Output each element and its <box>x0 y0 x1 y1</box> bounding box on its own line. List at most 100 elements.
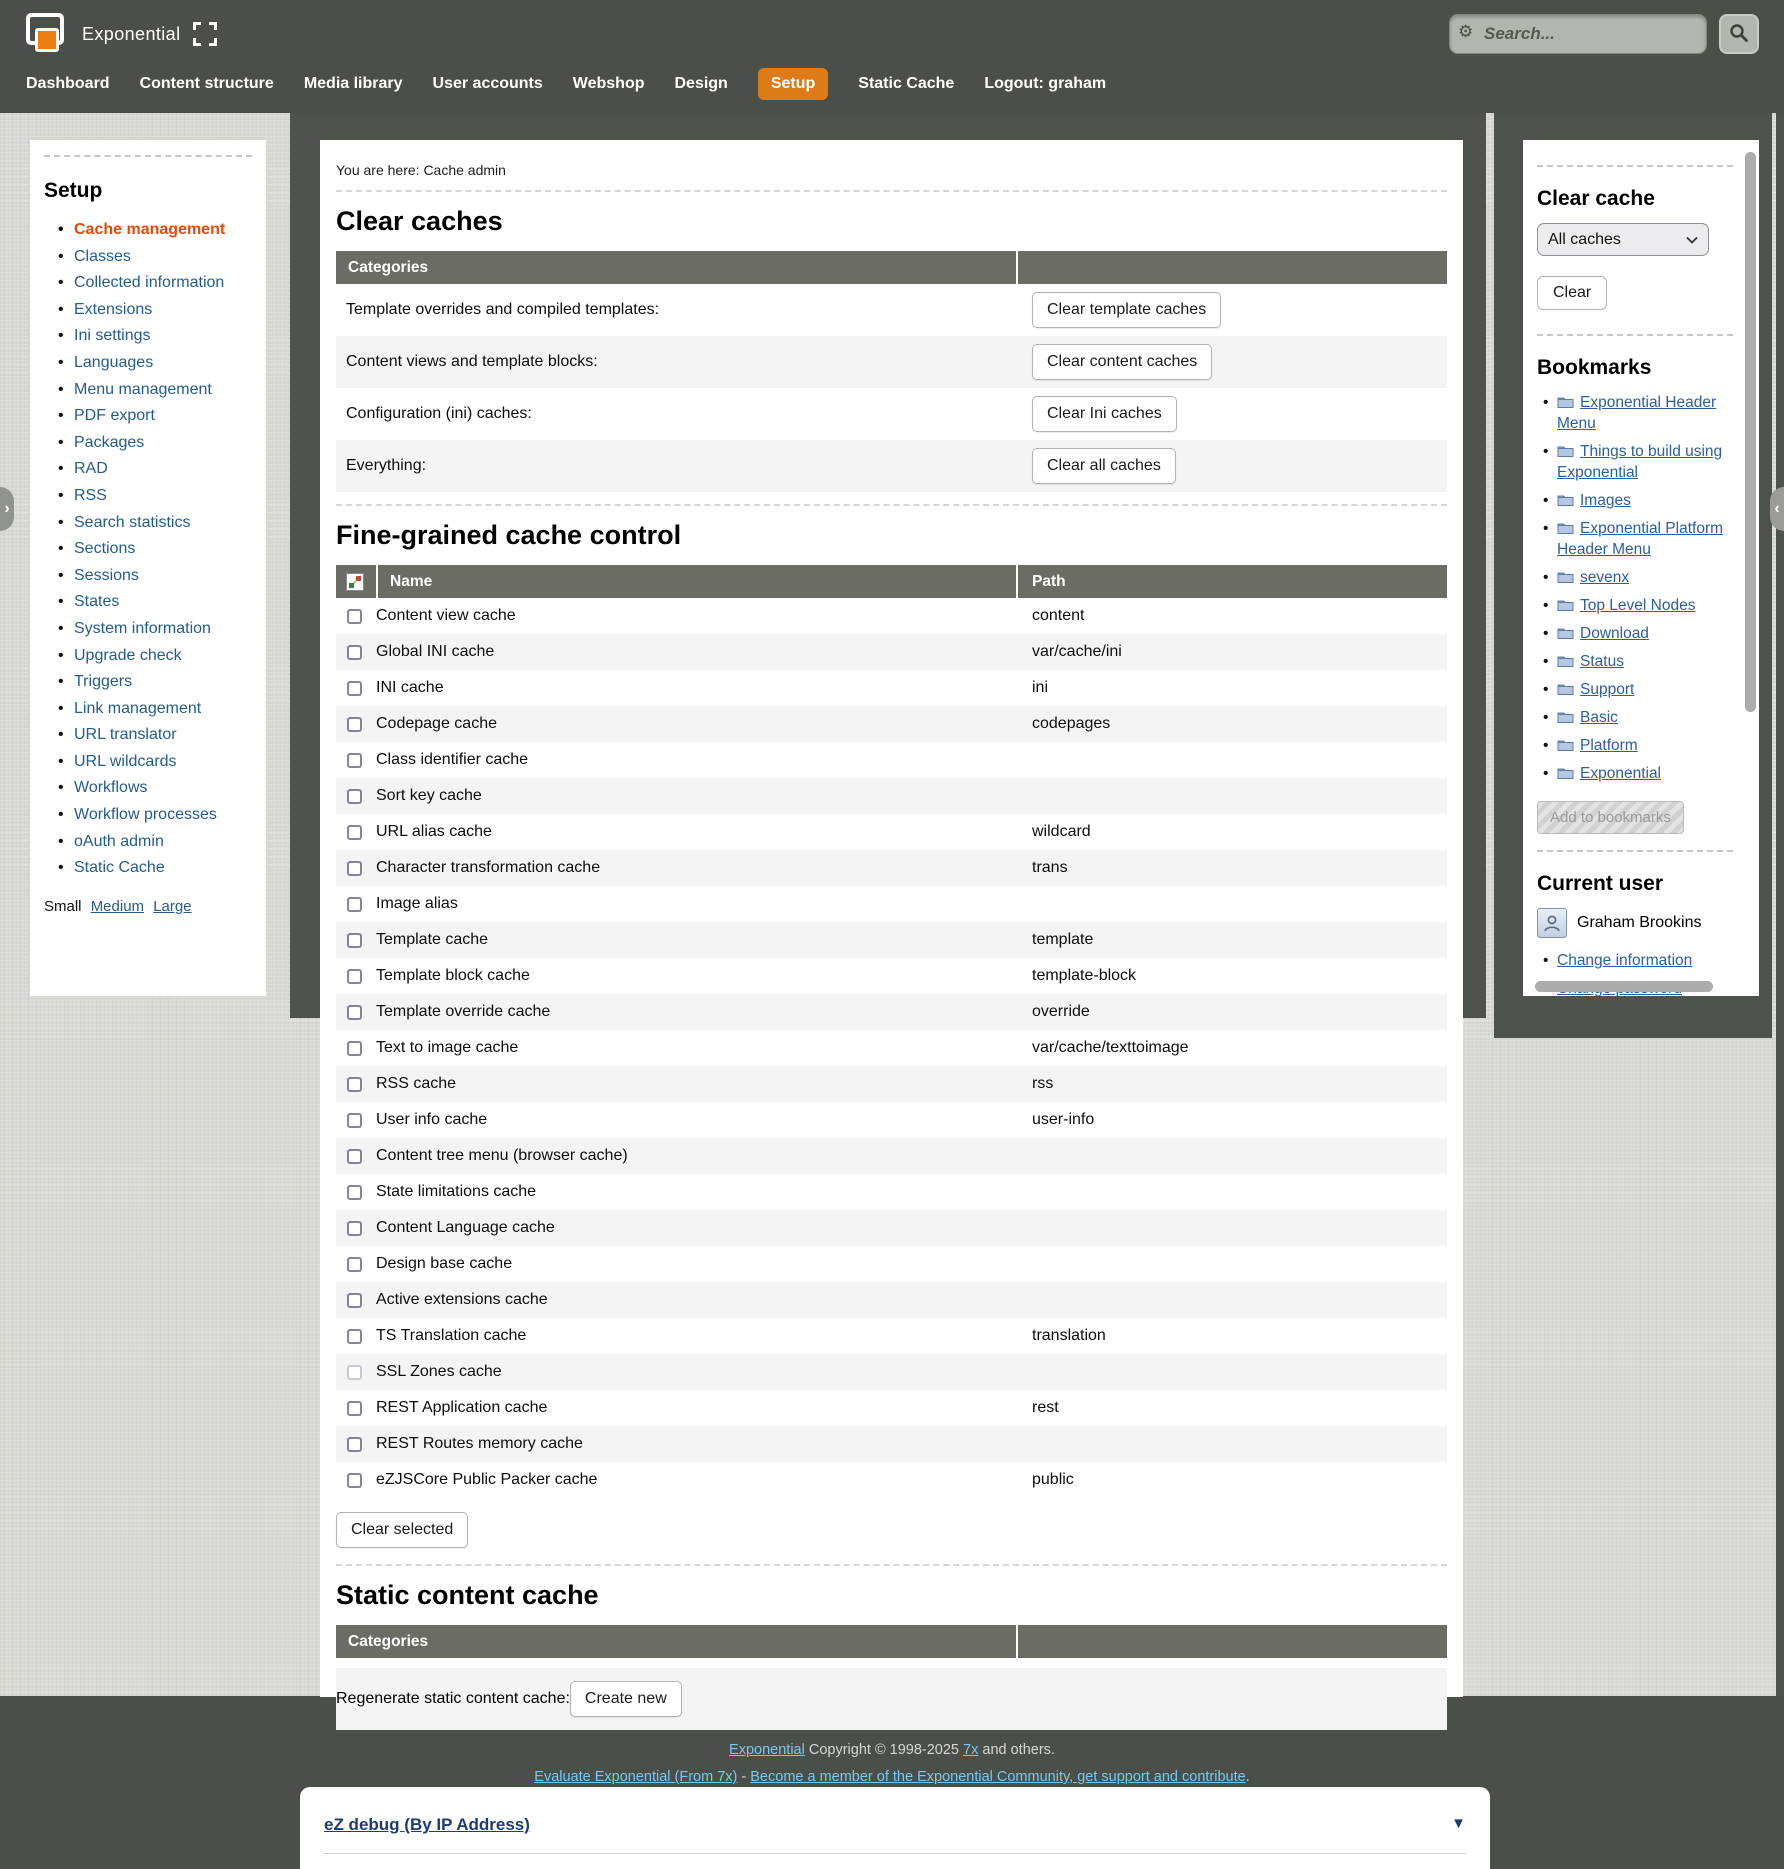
bookmark-link-exponential-header-menu[interactable]: Exponential Header Menu <box>1557 394 1716 432</box>
bookmark-link-status[interactable]: Status <box>1580 653 1624 670</box>
row-checkbox[interactable] <box>347 897 362 912</box>
collapse-right-handle[interactable]: ‹ <box>1770 487 1784 531</box>
row-checkbox[interactable] <box>347 1185 362 1200</box>
nav-item-webshop[interactable]: Webshop <box>573 68 645 100</box>
vertical-scrollbar-thumb[interactable] <box>1745 152 1756 712</box>
size-link-medium[interactable]: Medium <box>91 898 144 915</box>
sidebar-item-workflows[interactable]: Workflows <box>74 775 252 802</box>
sidebar-item-system-information[interactable]: System information <box>74 616 252 643</box>
toggle-selection-icon[interactable] <box>336 565 376 598</box>
sidebar-item-url-translator[interactable]: URL translator <box>74 722 252 749</box>
sidebar-item-rss[interactable]: RSS <box>74 483 252 510</box>
footer-link[interactable]: Become a member of the Exponential Commu… <box>750 1769 1245 1785</box>
row-checkbox[interactable] <box>347 1149 362 1164</box>
row-checkbox[interactable] <box>347 717 362 732</box>
divider <box>44 155 252 157</box>
sidebar-item-classes[interactable]: Classes <box>74 244 252 271</box>
row-checkbox[interactable] <box>347 1473 362 1488</box>
sidebar-item-cache-management[interactable]: Cache management <box>74 217 252 244</box>
sidebar-item-sections[interactable]: Sections <box>74 536 252 563</box>
row-checkbox[interactable] <box>347 1329 362 1344</box>
sidebar-item-states[interactable]: States <box>74 589 252 616</box>
row-checkbox[interactable] <box>347 969 362 984</box>
sidebar-item-pdf-export[interactable]: PDF export <box>74 403 252 430</box>
row-checkbox[interactable] <box>347 1113 362 1128</box>
footer-link[interactable]: 7x <box>963 1742 978 1758</box>
horizontal-scrollbar-thumb[interactable] <box>1535 981 1713 992</box>
row-checkbox[interactable] <box>347 1257 362 1272</box>
row-checkbox[interactable] <box>347 789 362 804</box>
row-checkbox[interactable] <box>347 609 362 624</box>
sidebar-item-languages[interactable]: Languages <box>74 350 252 377</box>
row-checkbox[interactable] <box>347 645 362 660</box>
row-checkbox[interactable] <box>347 1221 362 1236</box>
nav-item-logout-graham[interactable]: Logout: graham <box>984 68 1106 100</box>
sidebar-item-extensions[interactable]: Extensions <box>74 297 252 324</box>
footer-link[interactable]: Exponential <box>729 1742 805 1758</box>
row-checkbox[interactable] <box>347 933 362 948</box>
bookmark-link-things-to-build-using-exponential[interactable]: Things to build using Exponential <box>1557 443 1722 481</box>
search-button[interactable] <box>1719 14 1759 54</box>
nav-item-setup[interactable]: Setup <box>758 68 828 100</box>
bookmark-link-basic[interactable]: Basic <box>1580 709 1618 726</box>
row-checkbox[interactable] <box>347 1437 362 1452</box>
bookmark-link-support[interactable]: Support <box>1580 681 1634 698</box>
sidebar-item-triggers[interactable]: Triggers <box>74 669 252 696</box>
nav-item-dashboard[interactable]: Dashboard <box>26 68 110 100</box>
sidebar-item-static-cache[interactable]: Static Cache <box>74 855 252 882</box>
row-checkbox[interactable] <box>347 753 362 768</box>
row-checkbox[interactable] <box>347 1077 362 1092</box>
row-checkbox[interactable] <box>347 1005 362 1020</box>
bookmark-link-sevenx[interactable]: sevenx <box>1580 569 1629 586</box>
sidebar-item-menu-management[interactable]: Menu management <box>74 377 252 404</box>
row-checkbox[interactable] <box>347 825 362 840</box>
row-checkbox[interactable] <box>347 681 362 696</box>
brand-logo[interactable] <box>26 13 72 55</box>
nav-item-content-structure[interactable]: Content structure <box>140 68 274 100</box>
debug-title-link[interactable]: eZ debug (By IP Address) <box>324 1815 530 1834</box>
cache-type-select[interactable]: All caches <box>1537 223 1709 256</box>
sidebar-item-workflow-processes[interactable]: Workflow processes <box>74 802 252 829</box>
search-input[interactable] <box>1449 14 1707 54</box>
table-row: Image alias <box>336 886 1447 922</box>
sidebar-item-packages[interactable]: Packages <box>74 430 252 457</box>
bookmark-link-exponential[interactable]: Exponential <box>1580 765 1661 782</box>
nav-item-static-cache[interactable]: Static Cache <box>858 68 954 100</box>
footer-link[interactable]: Evaluate Exponential (From 7x) <box>534 1769 737 1785</box>
clear-ini-caches-button[interactable]: Clear Ini caches <box>1032 396 1177 432</box>
bookmark-link-platform[interactable]: Platform <box>1580 737 1638 754</box>
cache-name: Template block cache <box>376 967 1018 985</box>
nav-item-media-library[interactable]: Media library <box>304 68 403 100</box>
sidebar-item-sessions[interactable]: Sessions <box>74 563 252 590</box>
sidebar-item-url-wildcards[interactable]: URL wildcards <box>74 749 252 776</box>
bookmark-link-images[interactable]: Images <box>1580 492 1631 509</box>
clear-cache-button[interactable]: Clear <box>1537 276 1607 310</box>
sidebar-item-ini-settings[interactable]: Ini settings <box>74 323 252 350</box>
sidebar-item-rad[interactable]: RAD <box>74 456 252 483</box>
sidebar-item-upgrade-check[interactable]: Upgrade check <box>74 643 252 670</box>
size-link-large[interactable]: Large <box>153 898 191 915</box>
row-checkbox[interactable] <box>347 861 362 876</box>
row-checkbox[interactable] <box>347 1041 362 1056</box>
sidebar-item-link-management[interactable]: Link management <box>74 696 252 723</box>
change-information-link[interactable]: Change information <box>1557 952 1692 969</box>
clear-selected-button[interactable]: Clear selected <box>336 1512 468 1548</box>
nav-item-design[interactable]: Design <box>674 68 727 100</box>
create-new-button[interactable]: Create new <box>570 1681 682 1717</box>
clear-all-caches-button[interactable]: Clear all caches <box>1032 448 1176 484</box>
bookmark-link-top-level-nodes[interactable]: Top Level Nodes <box>1580 597 1695 614</box>
sidebar-item-oauth-admin[interactable]: oAuth admin <box>74 829 252 856</box>
bookmark-link-download[interactable]: Download <box>1580 625 1649 642</box>
nav-item-user-accounts[interactable]: User accounts <box>433 68 543 100</box>
collapse-left-handle[interactable]: › <box>0 487 14 531</box>
row-checkbox[interactable] <box>347 1293 362 1308</box>
debug-collapse-toggle[interactable]: ▼ <box>1451 1815 1466 1832</box>
clear-template-caches-button[interactable]: Clear template caches <box>1032 292 1221 328</box>
bookmark-link-exponential-platform-header-menu[interactable]: Exponential Platform Header Menu <box>1557 520 1723 558</box>
folder-icon <box>1557 395 1574 409</box>
fullscreen-icon[interactable] <box>193 22 217 46</box>
clear-content-caches-button[interactable]: Clear content caches <box>1032 344 1212 380</box>
row-checkbox[interactable] <box>347 1401 362 1416</box>
sidebar-item-collected-information[interactable]: Collected information <box>74 270 252 297</box>
sidebar-item-search-statistics[interactable]: Search statistics <box>74 510 252 537</box>
